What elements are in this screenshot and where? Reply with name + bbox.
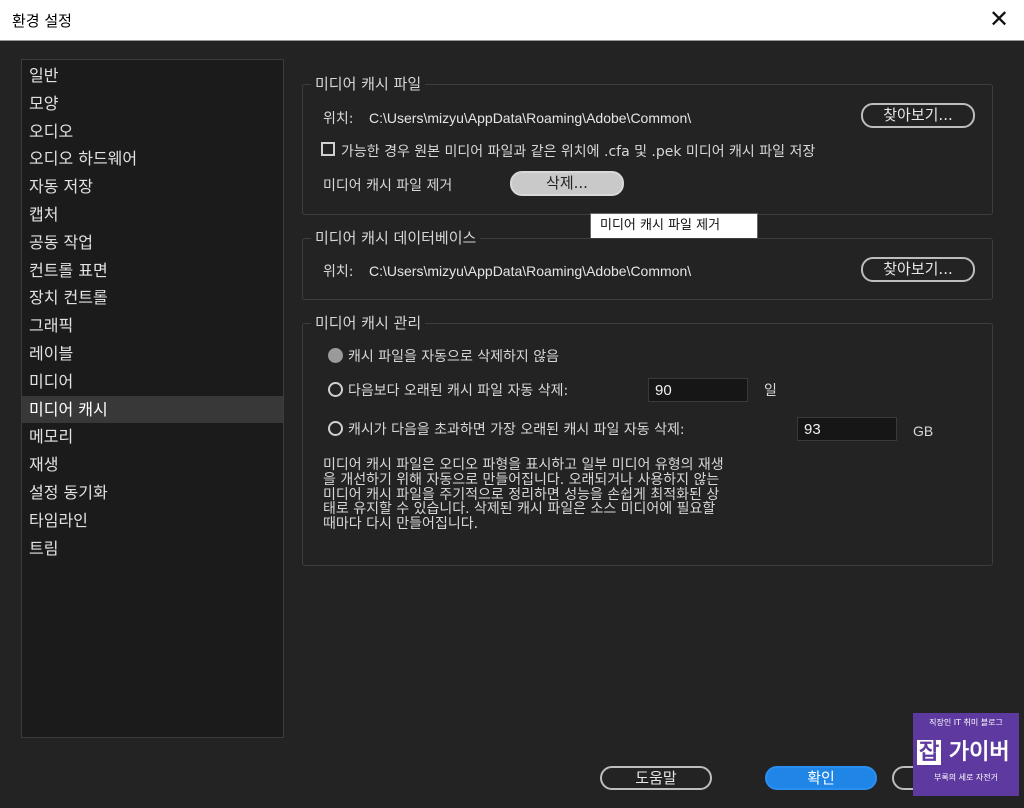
media-cache-files-legend: 미디어 캐시 파일 <box>311 73 426 94</box>
sidebar-item[interactable]: 컨트롤 표면 <box>22 257 283 285</box>
gb-unit-label: GB <box>913 423 934 439</box>
radio-delete-when-exceeds[interactable] <box>328 421 343 436</box>
help-button[interactable]: 도움말 <box>600 766 712 790</box>
save-beside-originals-label: 가능한 경우 원본 미디어 파일과 같은 위치에 .cfa 및 .pek 미디어… <box>341 144 816 160</box>
watermark-logo: 잡 가이버 <box>917 734 1015 766</box>
cache-files-location-label: 위치: <box>323 111 354 127</box>
sidebar-item[interactable]: 재생 <box>22 451 283 479</box>
watermark-logo-text: 가이버 <box>948 740 1010 765</box>
description-line: 태로 유지할 수 있습니다. 삭제된 캐시 파일은 소스 미디어에 필요할 <box>323 501 716 518</box>
sidebar-item[interactable]: 트림 <box>22 535 283 563</box>
delete-older-than-label: 다음보다 오래된 캐시 파일 자동 삭제: <box>348 383 569 399</box>
older-than-days-input[interactable]: 90 <box>648 378 748 402</box>
description-line: 미디어 캐시 파일을 주기적으로 정리하면 성능을 손쉽게 최적화된 상 <box>323 486 720 503</box>
delete-tooltip: 미디어 캐시 파일 제거 <box>590 213 758 239</box>
sidebar-item[interactable]: 그래픽 <box>22 312 283 340</box>
watermark-logo-big: 잡 <box>917 740 942 765</box>
preferences-sidebar: 일반 모양 오디오 오디오 하드웨어 자동 저장 캡처 공동 작업 컨트롤 표면 장치 컨트롤 그… <box>21 59 284 738</box>
cache-db-location-path: C:\Users\mizyu\AppData\Roaming\Adobe\Com… <box>369 263 692 279</box>
delete-when-exceeds-label: 캐시가 다음을 초과하면 가장 오래된 캐시 파일 자동 삭제: <box>348 422 685 438</box>
sidebar-list: 일반 모양 오디오 오디오 하드웨어 자동 저장 캡처 공동 작업 컨트롤 표면 장치 컨트롤 그… <box>22 60 283 562</box>
save-beside-originals-checkbox[interactable] <box>321 142 335 156</box>
sidebar-item[interactable]: 자동 저장 <box>22 173 283 201</box>
remove-cache-files-label: 미디어 캐시 파일 제거 <box>323 178 453 194</box>
sidebar-item[interactable]: 미디어 캐시 <box>22 395 283 424</box>
cache-db-location-label: 위치: <box>323 264 354 280</box>
delete-cache-button[interactable]: 삭제... <box>510 171 624 196</box>
watermark-tagline: 직장인 IT 취미 블로그 <box>929 718 1003 727</box>
sidebar-item[interactable]: 장치 컨트롤 <box>22 284 283 312</box>
sidebar-item[interactable]: 타임라인 <box>22 507 283 535</box>
watermark-slogan: 부록의 세로 자전거 <box>934 773 998 782</box>
no-auto-delete-label: 캐시 파일을 자동으로 삭제하지 않음 <box>348 349 559 365</box>
ok-button[interactable]: 확인 <box>765 766 877 790</box>
media-cache-db-legend: 미디어 캐시 데이터베이스 <box>311 227 481 248</box>
cache-db-browse-button[interactable]: 찾아보기... <box>861 257 975 282</box>
exceeds-size-input[interactable]: 93 <box>797 417 897 441</box>
sidebar-item[interactable]: 메모리 <box>22 423 283 451</box>
radio-no-auto-delete[interactable] <box>328 348 343 363</box>
sidebar-item[interactable]: 설정 동기화 <box>22 479 283 507</box>
cache-files-location-path: C:\Users\mizyu\AppData\Roaming\Adobe\Com… <box>369 110 692 126</box>
sidebar-item[interactable]: 레이블 <box>22 340 283 368</box>
title-bar: 환경 설정 ✕ <box>0 0 1024 41</box>
sidebar-item[interactable]: 오디오 <box>22 118 283 146</box>
sidebar-item[interactable]: 공동 작업 <box>22 229 283 257</box>
description-line: 을 개선하기 위해 자동으로 만들어집니다. 오래되거나 사용하지 않는 <box>323 471 720 488</box>
sidebar-item[interactable]: 오디오 하드웨어 <box>22 145 283 173</box>
sidebar-item[interactable]: 일반 <box>22 62 283 90</box>
window-title: 환경 설정 <box>12 12 72 30</box>
blog-watermark: 직장인 IT 취미 블로그 잡 가이버 부록의 세로 자전거 <box>913 713 1019 796</box>
close-icon[interactable]: ✕ <box>984 4 1014 34</box>
cache-description: 미디어 캐시 파일은 오디오 파형을 표시하고 일부 미디어 유형의 재생 을 … <box>323 458 858 532</box>
cache-files-browse-button[interactable]: 찾아보기... <box>861 103 975 128</box>
sidebar-item[interactable]: 미디어 <box>22 368 283 396</box>
description-line: 미디어 캐시 파일은 오디오 파형을 표시하고 일부 미디어 유형의 재생 <box>323 457 724 473</box>
days-unit-label: 일 <box>764 383 777 399</box>
sidebar-item[interactable]: 모양 <box>22 90 283 118</box>
description-line: 때마다 다시 만들어집니다. <box>323 516 479 533</box>
media-cache-mgmt-legend: 미디어 캐시 관리 <box>311 312 426 333</box>
radio-delete-older-than[interactable] <box>328 382 343 397</box>
sidebar-item[interactable]: 캡처 <box>22 201 283 229</box>
